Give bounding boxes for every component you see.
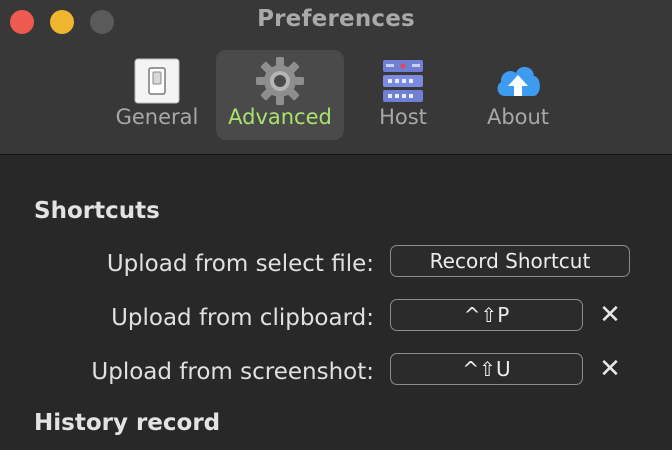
history-record-heading: History record [34, 410, 221, 436]
upload-screenshot-label: Upload from screenshot: [91, 359, 374, 385]
tab-about-label: About [486, 105, 550, 129]
upload-clipboard-label: Upload from clipboard: [111, 305, 374, 331]
window-title: Preferences [257, 6, 415, 32]
shortcuts-heading: Shortcuts [34, 198, 160, 224]
tab-advanced[interactable]: Advanced [216, 50, 344, 140]
server-icon [383, 60, 423, 102]
cloud-upload-icon [497, 66, 540, 96]
tab-advanced-label: Advanced [228, 105, 332, 129]
gear-icon [256, 57, 304, 105]
tab-about[interactable]: About [470, 50, 566, 140]
tab-general[interactable]: General [108, 50, 206, 140]
record-shortcut-button[interactable]: Record Shortcut [390, 245, 630, 277]
screenshot-shortcut-field[interactable]: ^⇧U [390, 353, 583, 385]
toolbar: Preferences General Advanced Host About [0, 0, 672, 155]
tab-host-label: Host [379, 105, 427, 129]
clipboard-shortcut-field[interactable]: ^⇧P [390, 299, 583, 331]
clear-screenshot-shortcut-icon[interactable]: ✕ [595, 353, 625, 385]
tab-host[interactable]: Host [356, 50, 450, 140]
clear-clipboard-shortcut-icon[interactable]: ✕ [595, 299, 625, 331]
switch-icon [134, 58, 180, 104]
upload-select-file-label: Upload from select file: [106, 251, 374, 277]
tab-general-label: General [115, 105, 199, 129]
